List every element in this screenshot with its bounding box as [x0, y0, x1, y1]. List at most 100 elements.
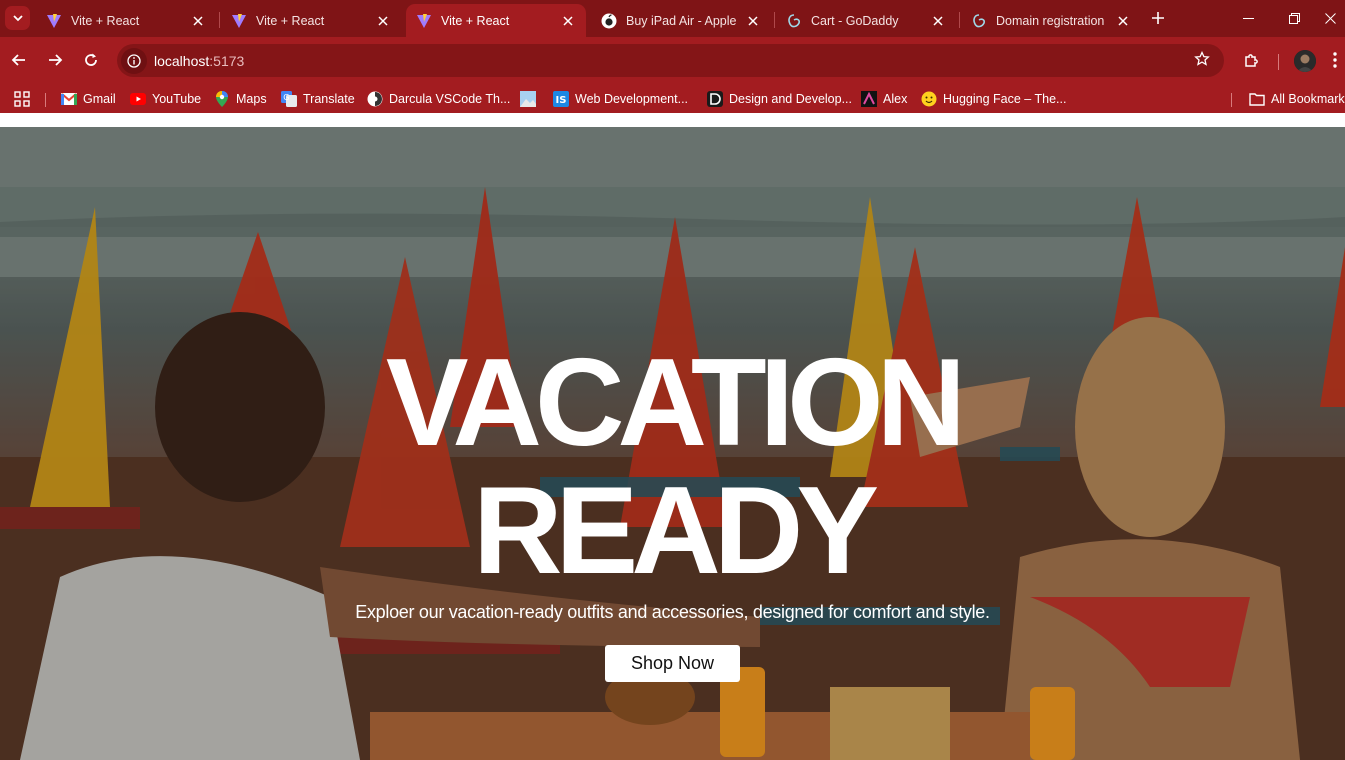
- godaddy-icon: [971, 13, 987, 29]
- vite-icon: [416, 13, 432, 29]
- bookmark-web-development[interactable]: IS Web Development...: [553, 88, 688, 110]
- bookmarks-bar: Gmail YouTube Maps G Translate Darcula V…: [0, 84, 1345, 113]
- close-icon[interactable]: [745, 13, 761, 29]
- tab-cart-godaddy[interactable]: Cart - GoDaddy: [776, 4, 956, 37]
- tab-separator: [774, 12, 775, 28]
- plus-icon: [1152, 12, 1164, 24]
- all-bookmarks-button[interactable]: All Bookmarks: [1249, 88, 1345, 110]
- svg-text:G: G: [283, 93, 289, 102]
- close-icon[interactable]: [190, 13, 206, 29]
- bookmark-image[interactable]: [520, 88, 542, 110]
- tab-separator: [959, 12, 960, 28]
- bookmark-darcula[interactable]: Darcula VSCode Th...: [367, 88, 510, 110]
- bookmark-design-develop[interactable]: Design and Develop...: [707, 88, 852, 110]
- hero-section: VACATION READY Exploer our vacation-read…: [0, 127, 1345, 760]
- address-bar[interactable]: localhost:5173: [117, 44, 1224, 77]
- forward-button[interactable]: [40, 45, 70, 75]
- bookmark-translate[interactable]: G Translate: [281, 88, 355, 110]
- bookmark-youtube[interactable]: YouTube: [130, 88, 201, 110]
- reload-icon: [85, 53, 97, 66]
- browser-menu-button[interactable]: [1325, 45, 1345, 75]
- all-bookmarks-label: All Bookmarks: [1271, 92, 1345, 106]
- shop-now-button[interactable]: Shop Now: [605, 645, 740, 682]
- tab-buy-ipad-air[interactable]: Buy iPad Air - Apple (: [591, 4, 771, 37]
- info-icon: [127, 53, 141, 68]
- godaddy-icon: [786, 13, 802, 29]
- bookmark-alex[interactable]: Alex: [861, 88, 907, 110]
- bookmark-label: Darcula VSCode Th...: [389, 92, 511, 106]
- apps-button[interactable]: [14, 88, 36, 110]
- browser-toolbar: localhost:5173: [0, 37, 1345, 84]
- url-port: :5173: [209, 52, 245, 69]
- translate-icon: G: [281, 91, 297, 107]
- svg-text:IS: IS: [556, 95, 567, 106]
- bookmark-hugging-face[interactable]: Hugging Face – The...: [921, 88, 1066, 110]
- bookmark-maps[interactable]: Maps: [214, 88, 267, 110]
- close-icon[interactable]: [1115, 13, 1131, 29]
- tab-separator: [219, 12, 220, 28]
- close-icon[interactable]: [560, 13, 576, 29]
- apple-icon: [601, 13, 617, 29]
- more-vert-icon: [1333, 52, 1337, 68]
- tab-title: Buy iPad Air - Apple (: [626, 13, 739, 28]
- image-icon: [520, 91, 536, 107]
- close-window-button[interactable]: [1316, 0, 1345, 36]
- bookmark-label: Alex: [883, 92, 908, 106]
- tab-title: Vite + React: [71, 13, 140, 28]
- close-icon: [1325, 12, 1336, 24]
- bookmark-label: Hugging Face – The...: [943, 92, 1067, 106]
- hero-subtitle: Exploer our vacation-ready outfits and a…: [355, 602, 990, 622]
- tab-title: Vite + React: [256, 13, 325, 28]
- bookmark-label: YouTube: [152, 92, 202, 106]
- tab-strip: Vite + React Vite + React Vite + React B…: [0, 0, 1345, 37]
- reload-button[interactable]: [76, 45, 106, 75]
- bookmark-label: Design and Develop...: [729, 92, 852, 106]
- tab-vite-react-active[interactable]: Vite + React: [406, 4, 586, 37]
- is-icon: IS: [553, 91, 569, 107]
- bookmark-label: Translate: [303, 92, 355, 106]
- vite-icon: [46, 13, 62, 29]
- apps-grid-icon: [14, 91, 30, 107]
- restore-button[interactable]: [1271, 0, 1317, 36]
- arrow-left-icon: [11, 54, 25, 66]
- url-host: localhost: [154, 52, 210, 69]
- maps-icon: [214, 91, 230, 107]
- gmail-icon: [61, 91, 77, 107]
- tab-domain-registration[interactable]: Domain registration |: [961, 4, 1141, 37]
- profile-avatar[interactable]: [1294, 50, 1316, 72]
- puzzle-icon: [1244, 53, 1258, 67]
- design-icon: [707, 91, 723, 107]
- url-text[interactable]: localhost:5173: [154, 53, 244, 69]
- close-icon[interactable]: [375, 13, 391, 29]
- bookmark-label: Web Development...: [575, 92, 689, 106]
- new-tab-button[interactable]: [1147, 7, 1169, 29]
- tab-search-button[interactable]: [5, 6, 30, 30]
- darcula-icon: [367, 91, 383, 107]
- minimize-icon: [1242, 17, 1254, 19]
- tab-title: Vite + React: [441, 13, 510, 28]
- extensions-button[interactable]: [1236, 45, 1266, 75]
- restore-icon: [1288, 12, 1300, 24]
- tab-title: Domain registration |: [996, 13, 1109, 28]
- tab-vite-react-1[interactable]: Vite + React: [36, 4, 216, 37]
- hero-title-line2: READY: [472, 462, 879, 600]
- alex-icon: [861, 91, 877, 107]
- hero-title-line1: VACATION: [385, 334, 966, 472]
- toolbar-divider: [1278, 54, 1279, 70]
- folder-icon: [1249, 91, 1265, 107]
- page-viewport: VACATION READY Exploer our vacation-read…: [0, 113, 1345, 760]
- tab-vite-react-2[interactable]: Vite + React: [221, 4, 401, 37]
- minimize-button[interactable]: [1225, 0, 1271, 36]
- youtube-icon: [130, 91, 146, 107]
- bookmark-gmail[interactable]: Gmail: [61, 88, 116, 110]
- chevron-down-icon: [12, 15, 23, 22]
- bookmark-star-icon[interactable]: [1194, 50, 1210, 72]
- bookmark-separator: [45, 93, 46, 107]
- site-info-button[interactable]: [121, 47, 147, 74]
- bookmark-label: Gmail: [83, 92, 116, 106]
- tab-title: Cart - GoDaddy: [811, 13, 899, 28]
- back-button[interactable]: [4, 45, 34, 75]
- bookmark-label: Maps: [236, 92, 267, 106]
- bookmark-separator: [1231, 93, 1232, 107]
- close-icon[interactable]: [930, 13, 946, 29]
